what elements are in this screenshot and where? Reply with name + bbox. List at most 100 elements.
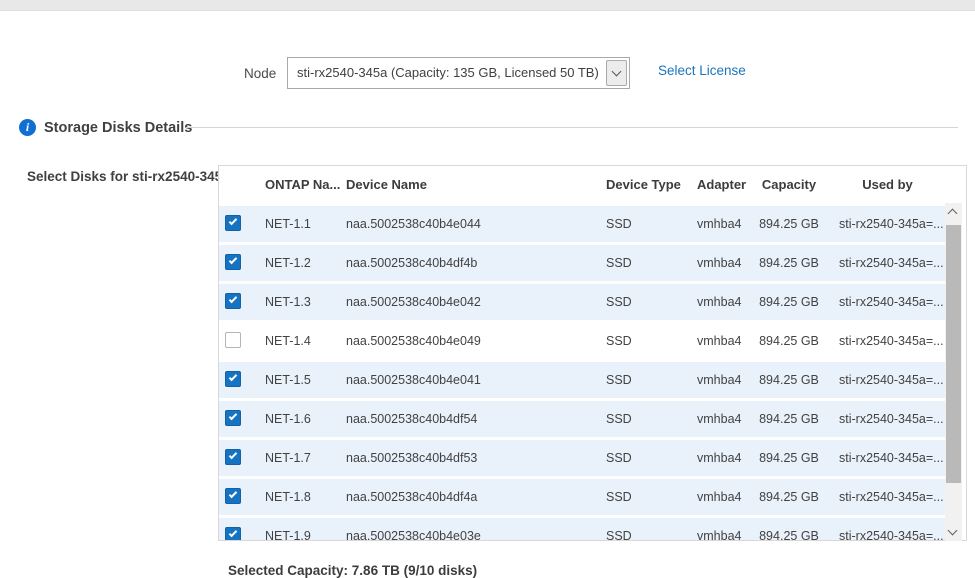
capacity-cell: 894.25 GB — [749, 451, 829, 465]
checkbox-cell — [219, 215, 259, 234]
checkbox-cell — [219, 410, 259, 429]
node-select-dropdown[interactable]: sti-rx2540-345a (Capacity: 135 GB, Licen… — [287, 57, 630, 89]
header-device-name[interactable]: Device Name — [341, 177, 589, 192]
adapter-cell: vmhba4 — [685, 490, 749, 504]
node-label: Node — [244, 66, 276, 81]
capacity-cell: 894.25 GB — [749, 295, 829, 309]
table-row[interactable]: NET-1.2 naa.5002538c40b4df4b SSD vmhba4 … — [219, 245, 946, 281]
checkbox-cell — [219, 527, 259, 541]
info-icon: i — [19, 119, 36, 136]
ontap-name-cell: NET-1.8 — [259, 490, 341, 504]
dropdown-arrow-button[interactable] — [606, 60, 627, 86]
device-name-cell: naa.5002538c40b4e044 — [341, 217, 589, 231]
capacity-cell: 894.25 GB — [749, 412, 829, 426]
check-icon — [229, 528, 237, 536]
ontap-name-cell: NET-1.4 — [259, 334, 341, 348]
used-by-cell: sti-rx2540-345a=... — [829, 217, 946, 231]
ontap-name-cell: NET-1.7 — [259, 451, 341, 465]
device-name-cell: naa.5002538c40b4e049 — [341, 334, 589, 348]
node-select-value: sti-rx2540-345a (Capacity: 135 GB, Licen… — [297, 65, 599, 80]
disk-checkbox[interactable] — [225, 215, 241, 231]
device-name-cell: naa.5002538c40b4df54 — [341, 412, 589, 426]
vertical-scrollbar[interactable] — [945, 203, 962, 541]
adapter-cell: vmhba4 — [685, 451, 749, 465]
checkbox-cell — [219, 371, 259, 390]
scrollbar-thumb[interactable] — [946, 225, 961, 483]
disk-checkbox[interactable] — [225, 449, 241, 465]
disk-checkbox[interactable] — [225, 527, 241, 541]
disk-checkbox[interactable] — [225, 254, 241, 270]
header-device-type[interactable]: Device Type — [589, 177, 685, 192]
header-capacity[interactable]: Capacity — [749, 177, 829, 192]
device-type-cell: SSD — [589, 334, 685, 348]
ontap-name-cell: NET-1.6 — [259, 412, 341, 426]
table-row[interactable]: NET-1.6 naa.5002538c40b4df54 SSD vmhba4 … — [219, 401, 946, 437]
checkbox-cell — [219, 332, 259, 351]
ontap-name-cell: NET-1.5 — [259, 373, 341, 387]
device-name-cell: naa.5002538c40b4e042 — [341, 295, 589, 309]
adapter-cell: vmhba4 — [685, 217, 749, 231]
device-type-cell: SSD — [589, 295, 685, 309]
selected-capacity-summary: Selected Capacity: 7.86 TB (9/10 disks) — [228, 563, 477, 578]
table-row[interactable]: NET-1.9 naa.5002538c40b4e03e SSD vmhba4 … — [219, 518, 946, 540]
device-name-cell: naa.5002538c40b4df53 — [341, 451, 589, 465]
table-row[interactable]: NET-1.3 naa.5002538c40b4e042 SSD vmhba4 … — [219, 284, 946, 320]
used-by-cell: sti-rx2540-345a=... — [829, 490, 946, 504]
adapter-cell: vmhba4 — [685, 412, 749, 426]
ontap-name-cell: NET-1.2 — [259, 256, 341, 270]
device-type-cell: SSD — [589, 217, 685, 231]
used-by-cell: sti-rx2540-345a=... — [829, 529, 946, 540]
device-type-cell: SSD — [589, 256, 685, 270]
check-icon — [229, 216, 237, 224]
check-icon — [229, 411, 237, 419]
table-body: NET-1.1 naa.5002538c40b4e044 SSD vmhba4 … — [219, 203, 946, 540]
top-bar — [0, 0, 975, 11]
select-license-link[interactable]: Select License — [658, 63, 746, 78]
capacity-cell: 894.25 GB — [749, 334, 829, 348]
check-icon — [229, 294, 237, 302]
checkbox-cell — [219, 449, 259, 468]
device-type-cell: SSD — [589, 412, 685, 426]
check-icon — [229, 255, 237, 263]
used-by-cell: sti-rx2540-345a=... — [829, 373, 946, 387]
scroll-up-button[interactable] — [945, 203, 962, 221]
device-name-cell: naa.5002538c40b4df4b — [341, 256, 589, 270]
adapter-cell: vmhba4 — [685, 295, 749, 309]
select-disks-label: Select Disks for sti-rx2540-345a — [27, 169, 230, 184]
device-type-cell: SSD — [589, 490, 685, 504]
disk-checkbox[interactable] — [225, 488, 241, 504]
table-row[interactable]: NET-1.5 naa.5002538c40b4e041 SSD vmhba4 … — [219, 362, 946, 398]
capacity-cell: 894.25 GB — [749, 373, 829, 387]
check-icon — [229, 372, 237, 380]
disk-checkbox[interactable] — [225, 371, 241, 387]
chevron-down-icon — [948, 526, 958, 536]
device-name-cell: naa.5002538c40b4df4a — [341, 490, 589, 504]
capacity-cell: 894.25 GB — [749, 217, 829, 231]
disk-checkbox[interactable] — [225, 293, 241, 309]
scroll-down-button[interactable] — [945, 523, 962, 541]
checkbox-cell — [219, 254, 259, 273]
check-icon — [229, 489, 237, 497]
ontap-name-cell: NET-1.9 — [259, 529, 341, 540]
capacity-cell: 894.25 GB — [749, 256, 829, 270]
header-used-by[interactable]: Used by — [829, 177, 946, 192]
table-row[interactable]: NET-1.7 naa.5002538c40b4df53 SSD vmhba4 … — [219, 440, 946, 476]
table-row[interactable]: NET-1.1 naa.5002538c40b4e044 SSD vmhba4 … — [219, 206, 946, 242]
adapter-cell: vmhba4 — [685, 256, 749, 270]
disk-checkbox[interactable] — [225, 332, 241, 348]
used-by-cell: sti-rx2540-345a=... — [829, 334, 946, 348]
table-row[interactable]: NET-1.4 naa.5002538c40b4e049 SSD vmhba4 … — [219, 323, 946, 359]
adapter-cell: vmhba4 — [685, 529, 749, 540]
header-ontap-name[interactable]: ONTAP Na... — [259, 177, 341, 192]
checkbox-cell — [219, 488, 259, 507]
checkbox-cell — [219, 293, 259, 312]
capacity-cell: 894.25 GB — [749, 529, 829, 540]
adapter-cell: vmhba4 — [685, 334, 749, 348]
used-by-cell: sti-rx2540-345a=... — [829, 451, 946, 465]
device-type-cell: SSD — [589, 373, 685, 387]
check-icon — [229, 450, 237, 458]
disk-checkbox[interactable] — [225, 410, 241, 426]
table-row[interactable]: NET-1.8 naa.5002538c40b4df4a SSD vmhba4 … — [219, 479, 946, 515]
device-type-cell: SSD — [589, 451, 685, 465]
header-adapter[interactable]: Adapter — [685, 177, 749, 192]
